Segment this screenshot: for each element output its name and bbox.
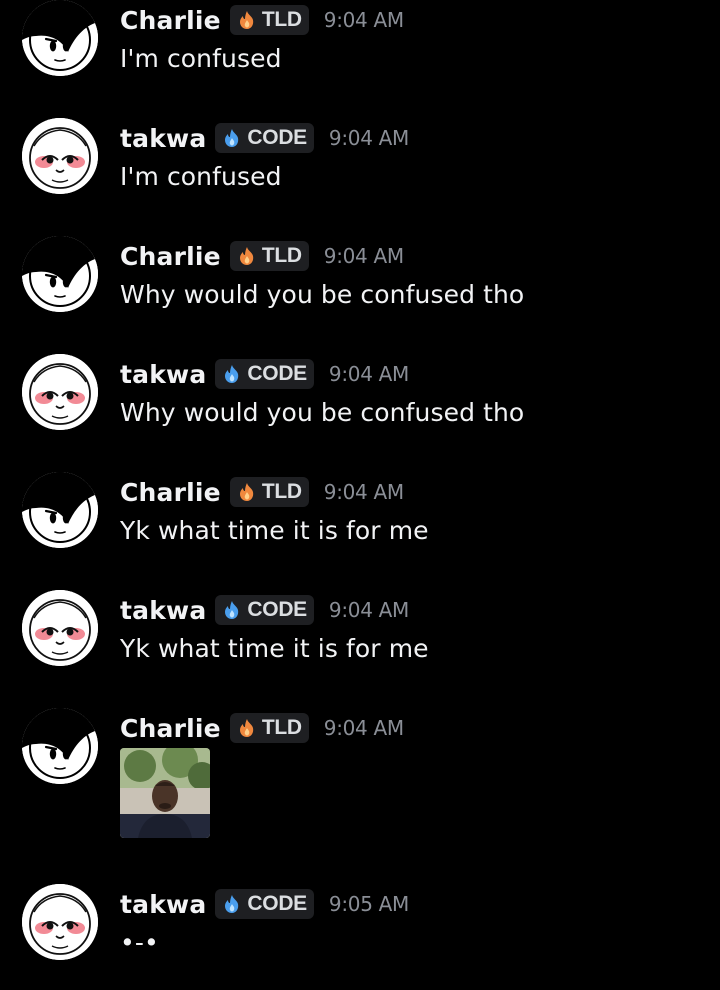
flame-icon [236,245,258,267]
blue-flame-icon [221,893,243,915]
blue-flame-icon [221,599,243,621]
username[interactable]: Charlie [120,6,221,35]
guild-tag[interactable]: TLD [229,713,309,743]
message-text: I'm confused [120,44,282,73]
username[interactable]: takwa [120,124,206,153]
blue-flame-icon [221,127,243,149]
username[interactable]: takwa [120,360,206,389]
timestamp: 9:05 AM [328,892,410,916]
message-header: Charlie TLD 9:04 AM [120,240,404,272]
timestamp: 9:04 AM [328,598,410,622]
guild-tag[interactable]: TLD [229,477,309,507]
guild-tag-label: TLD [261,244,302,267]
message-text: Why would you be confused tho [120,398,525,427]
message-text: Yk what time it is for me [120,516,429,545]
message-text: I'm confused [120,162,282,191]
timestamp: 9:04 AM [323,244,404,268]
timestamp: 9:04 AM [328,362,410,386]
guild-tag[interactable]: TLD [229,241,309,271]
guild-tag[interactable]: TLD [229,5,309,35]
guild-tag[interactable]: CODE [215,595,314,625]
avatar[interactable] [22,118,98,194]
message-header: takwa CODE 9:04 AM [120,122,409,154]
image-attachment[interactable] [120,748,210,838]
message-header: Charlie TLD 9:04 AM [120,712,404,744]
message-header: Charlie TLD 9:04 AM [120,4,404,36]
guild-tag-label: CODE [247,362,307,385]
message-header: takwa CODE 9:04 AM [120,358,409,390]
guild-tag-label: CODE [247,598,307,621]
guild-tag[interactable]: CODE [215,889,314,919]
avatar[interactable] [22,590,98,666]
avatar[interactable] [22,708,98,784]
timestamp: 9:04 AM [328,126,410,150]
username[interactable]: Charlie [120,242,221,271]
blue-flame-icon [221,363,243,385]
guild-tag[interactable]: CODE [215,359,314,389]
avatar[interactable] [22,354,98,430]
guild-tag-label: TLD [261,8,302,31]
flame-icon [236,717,258,739]
flame-icon [236,9,258,31]
message-header: takwa CODE 9:05 AM [120,888,409,920]
timestamp: 9:04 AM [323,8,404,32]
avatar[interactable] [22,884,98,960]
message-text: Yk what time it is for me [120,634,429,663]
username[interactable]: takwa [120,596,206,625]
message-text: •-• [120,928,159,957]
guild-tag-label: CODE [247,892,307,915]
message-text: Why would you be confused tho [120,280,525,309]
guild-tag-label: CODE [247,126,307,149]
username[interactable]: takwa [120,890,206,919]
guild-tag-label: TLD [261,480,302,503]
username[interactable]: Charlie [120,714,221,743]
username[interactable]: Charlie [120,478,221,507]
guild-tag[interactable]: CODE [215,123,314,153]
flame-icon [236,481,258,503]
avatar[interactable] [22,236,98,312]
timestamp: 9:04 AM [323,716,404,740]
message-header: takwa CODE 9:04 AM [120,594,409,626]
timestamp: 9:04 AM [323,480,404,504]
avatar[interactable] [22,0,98,76]
guild-tag-label: TLD [261,716,302,739]
avatar[interactable] [22,472,98,548]
message-header: Charlie TLD 9:04 AM [120,476,404,508]
